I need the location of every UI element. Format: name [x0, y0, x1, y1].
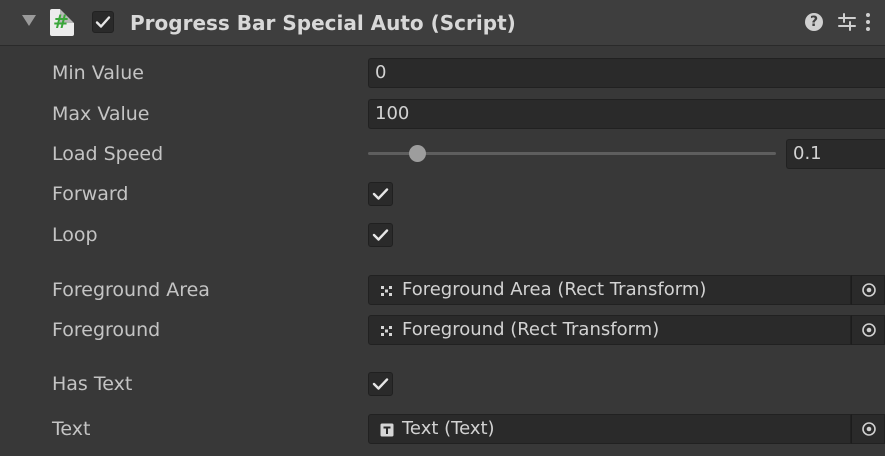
loop-row: Loop: [0, 217, 885, 253]
foreground-area-value: Foreground Area (Rect Transform): [402, 279, 707, 300]
rect-transform-icon: [381, 326, 392, 336]
target-picker-icon: [862, 323, 876, 337]
foreground-area-label: Foreground Area: [52, 279, 210, 301]
forward-label: Forward: [52, 183, 129, 205]
load-speed-slider-thumb[interactable]: [408, 145, 426, 162]
foreground-area-row: Foreground Area Foreground Area (Rect Tr…: [0, 272, 885, 308]
kebab-menu-icon[interactable]: [860, 10, 876, 34]
component-title: Progress Bar Special Auto (Script): [130, 11, 516, 35]
text-component-icon: [380, 423, 394, 437]
has-text-row: Has Text: [0, 366, 885, 402]
text-label: Text: [52, 418, 91, 440]
foreground-object-field[interactable]: Foreground (Rect Transform): [368, 315, 851, 345]
foreground-label: Foreground: [52, 319, 161, 341]
checkmark-icon: [95, 16, 111, 28]
load-speed-input[interactable]: 0.1: [786, 139, 885, 169]
has-text-label: Has Text: [52, 373, 133, 395]
component-header[interactable]: # Progress Bar Special Auto (Script) ?: [0, 0, 885, 46]
text-value: Text (Text): [402, 418, 495, 439]
load-speed-label: Load Speed: [52, 143, 164, 165]
min-value-label: Min Value: [52, 62, 144, 84]
load-speed-row: Load Speed 0.1: [0, 136, 885, 172]
forward-row: Forward: [0, 176, 885, 212]
object-picker-button[interactable]: [851, 414, 885, 444]
object-picker-button[interactable]: [851, 275, 885, 305]
text-row: Text Text (Text): [0, 411, 885, 447]
help-icon[interactable]: ?: [802, 10, 826, 34]
checkmark-icon: [372, 378, 389, 390]
foreground-area-object-field[interactable]: Foreground Area (Rect Transform): [368, 275, 851, 305]
min-value-input[interactable]: 0: [368, 58, 885, 88]
component-enabled-checkbox[interactable]: [92, 11, 114, 33]
text-object-field[interactable]: Text (Text): [368, 414, 851, 444]
target-picker-icon: [862, 422, 876, 436]
preset-icon[interactable]: [835, 10, 859, 34]
target-picker-icon: [862, 283, 876, 297]
object-picker-button[interactable]: [851, 315, 885, 345]
has-text-checkbox[interactable]: [368, 372, 393, 396]
checkmark-icon: [372, 229, 389, 241]
load-speed-slider-track[interactable]: [368, 152, 776, 155]
foreground-row: Foreground Foreground (Rect Transform): [0, 312, 885, 348]
rect-transform-icon: [381, 286, 392, 296]
loop-checkbox[interactable]: [368, 223, 393, 247]
foldout-triangle-icon[interactable]: [22, 15, 36, 26]
forward-checkbox[interactable]: [368, 182, 393, 206]
loop-label: Loop: [52, 224, 98, 246]
min-value-row: Min Value 0: [0, 55, 885, 91]
checkmark-icon: [372, 188, 389, 200]
max-value-input[interactable]: 100: [368, 99, 885, 129]
foreground-value: Foreground (Rect Transform): [402, 319, 660, 340]
max-value-row: Max Value 100: [0, 96, 885, 132]
max-value-label: Max Value: [52, 103, 150, 125]
csharp-script-icon: #: [50, 9, 74, 36]
